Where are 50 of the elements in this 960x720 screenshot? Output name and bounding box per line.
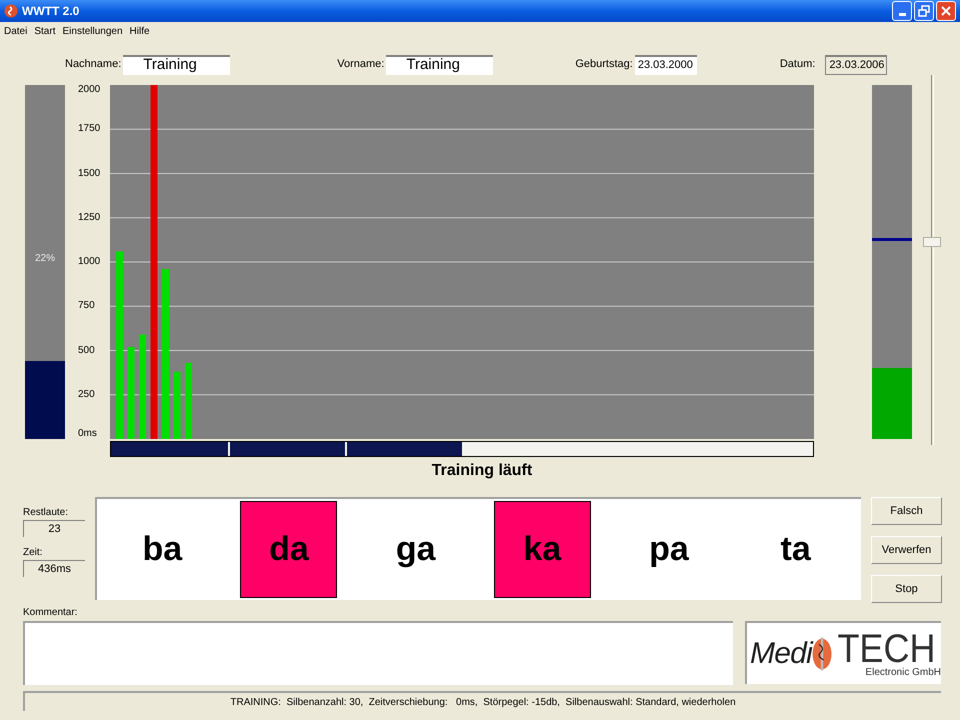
slider-thumb[interactable] [923,236,941,246]
comment-field[interactable] [23,621,733,685]
axis-label: 1250 [78,212,100,223]
restore-icon [918,5,930,17]
counter-label: Restlaute: [23,506,70,520]
axis-label: 1750 [78,124,100,134]
menu-item[interactable]: Hilfe [130,24,150,38]
axis-label: 1500 [78,168,100,178]
syllable-tile[interactable]: ga [367,501,464,598]
field-label: Nachname: [65,57,122,72]
minimize-icon [898,13,906,16]
close-icon [941,6,951,16]
field-label: Vorname: [337,57,384,72]
text-field[interactable]: Training [386,54,494,74]
company-logo: Medi TECH Electronic GmbH [745,621,941,684]
app-icon [4,4,18,18]
close-button[interactable] [936,1,956,21]
vertical-slider[interactable] [922,75,942,445]
comment-label: Kommentar: [23,606,78,620]
menu-item[interactable]: Datei [4,24,28,38]
syllable-tile[interactable]: pa [620,501,718,598]
counter-value: 23 [23,520,85,537]
syllable-tile[interactable]: da [240,501,338,598]
meter-reading: 22% [34,252,55,266]
syllable-tile[interactable]: ka [494,501,591,598]
field-label: Geburtstag: [575,57,633,72]
axis-label: 750 [78,301,95,312]
counter-value: 436ms [23,560,85,577]
window-title: WWTT 2.0 [22,3,80,20]
syllable-tile[interactable]: ba [114,501,211,598]
menu-item[interactable]: Einstellungen [62,24,123,38]
bar [174,372,180,439]
action-button[interactable]: Falsch [871,497,942,525]
restore-button[interactable] [914,1,934,21]
field-label: Datum: [780,57,816,72]
action-button[interactable]: Stop [871,575,942,603]
text-field[interactable]: 23.03.2000 [634,54,697,74]
status-bar: TRAINING: Silbenanzahl: 30, Zeitverschiebung: 0ms, Störpegel: -15db, Silbenauswahl: Standard, wiederholen [23,691,941,711]
axis-label: 0ms [78,429,97,439]
menu-item[interactable]: Start [34,24,56,38]
axis-label: 2000 [78,85,100,95]
axis-label: 1000 [78,257,100,267]
axis-label: 250 [78,390,95,400]
status-text: Training läuft [432,461,532,481]
text-field[interactable]: Training [123,54,230,74]
counter-label: Zeit: [23,546,44,560]
axis-label: 500 [78,346,95,356]
minimize-button[interactable] [892,1,912,21]
action-button[interactable]: Verwerfen [871,536,942,564]
syllable-tile[interactable]: ta [747,501,844,598]
